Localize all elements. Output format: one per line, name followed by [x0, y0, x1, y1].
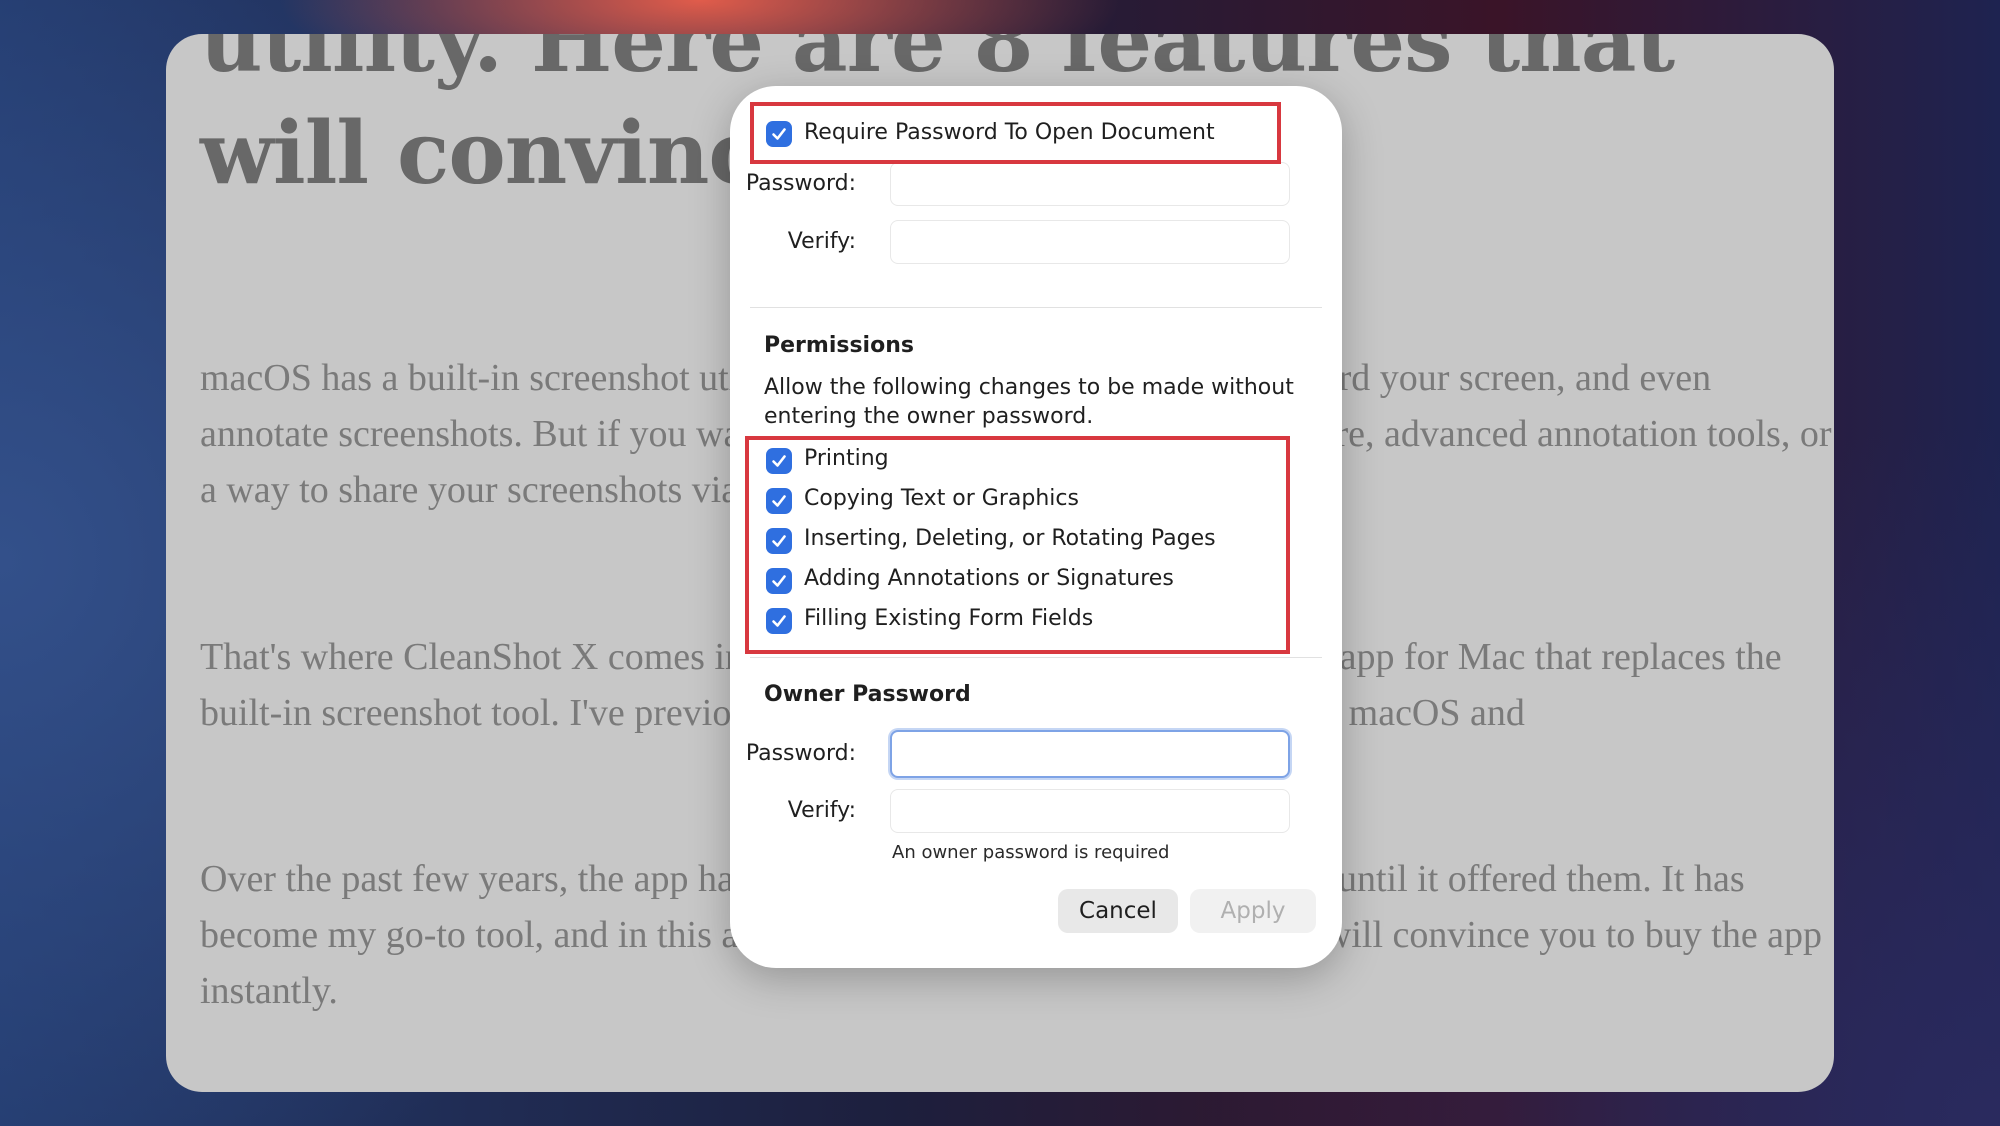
permission-copying-checkbox[interactable] [766, 488, 792, 514]
open-password-field[interactable] [890, 162, 1290, 206]
open-verify-field[interactable] [890, 220, 1290, 264]
checkmark-icon [772, 535, 786, 547]
permissions-title: Permissions [764, 333, 914, 358]
permission-printing-checkbox[interactable] [766, 448, 792, 474]
permission-pages-checkbox[interactable] [766, 528, 792, 554]
cancel-button[interactable]: Cancel [1058, 889, 1178, 933]
permission-annotations-checkbox[interactable] [766, 568, 792, 594]
permission-printing-label: Printing [804, 446, 889, 471]
checkmark-icon [772, 615, 786, 627]
owner-password-hint: An owner password is required [892, 842, 1170, 863]
permissions-description: Allow the following changes to be made w… [764, 375, 1294, 429]
checkmark-icon [772, 495, 786, 507]
require-password-checkbox[interactable] [766, 121, 792, 147]
security-options-dialog: Require Password To Open Document Passwo… [730, 86, 1342, 968]
owner-password-label: Password: [745, 741, 856, 766]
permission-annotations-label: Adding Annotations or Signatures [804, 566, 1174, 591]
checkmark-icon [772, 455, 786, 467]
permission-forms-checkbox[interactable] [766, 608, 792, 634]
owner-verify-label: Verify: [787, 798, 856, 823]
permission-forms-label: Filling Existing Form Fields [804, 606, 1094, 631]
open-password-label: Password: [745, 171, 856, 196]
require-password-label: Require Password To Open Document [804, 120, 1215, 145]
permission-copying-label: Copying Text or Graphics [804, 486, 1079, 511]
divider [750, 657, 1322, 658]
owner-password-title: Owner Password [764, 682, 971, 707]
owner-password-field[interactable] [890, 730, 1290, 778]
checkmark-icon [772, 575, 786, 587]
divider [750, 307, 1322, 308]
open-verify-label: Verify: [787, 229, 856, 254]
owner-verify-field[interactable] [890, 789, 1290, 833]
checkmark-icon [772, 128, 786, 140]
apply-button[interactable]: Apply [1190, 889, 1316, 933]
permission-pages-label: Inserting, Deleting, or Rotating Pages [804, 526, 1216, 551]
